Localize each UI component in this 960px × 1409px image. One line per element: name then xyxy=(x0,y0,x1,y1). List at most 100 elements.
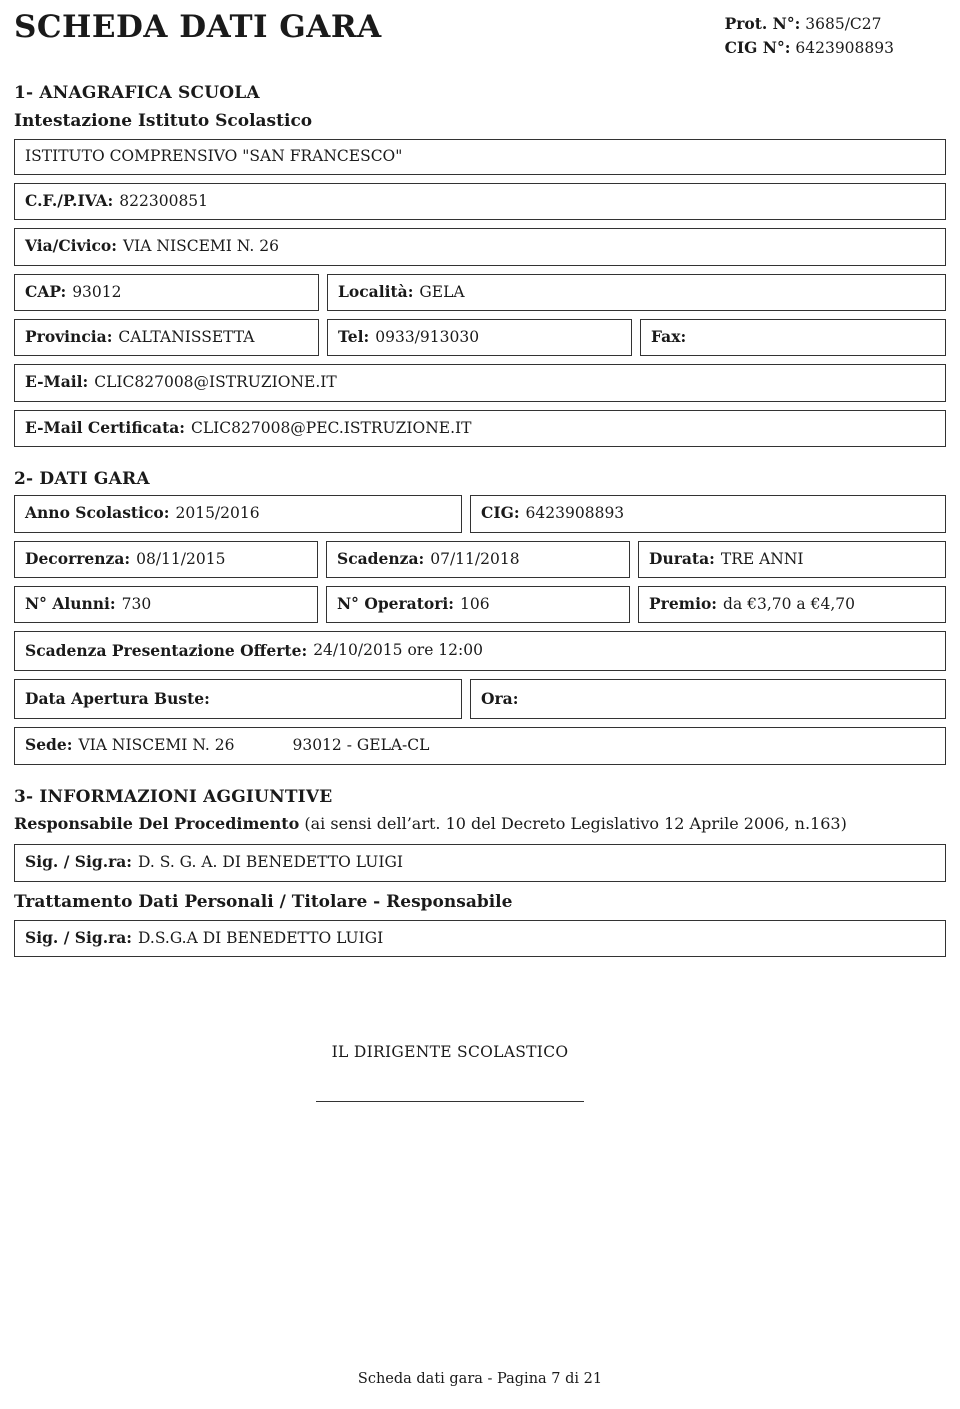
anno-scolastico-field: Anno Scolastico: 2015/2016 xyxy=(14,495,462,533)
sede-cap-value: 93012 - GELA-CL xyxy=(292,736,430,755)
signature-block: IL DIRIGENTE SCOLASTICO xyxy=(8,1043,952,1102)
provincia-value: CALTANISSETTA xyxy=(118,328,255,346)
tel-value: 0933/913030 xyxy=(375,328,480,346)
scadenza-label: Scadenza: xyxy=(337,548,425,568)
responsabile-procedimento-line: Responsabile Del Procedimento (ai sensi … xyxy=(14,813,946,835)
email-row: E-Mail: CLIC827008@ISTRUZIONE.IT xyxy=(14,364,946,402)
sig-field: Sig. / Sig.ra: D. S. G. A. DI BENEDETTO … xyxy=(14,844,946,882)
email-value: CLIC827008@ISTRUZIONE.IT xyxy=(94,373,337,392)
cig-value: 6423908893 xyxy=(525,504,625,523)
sig-label: Sig. / Sig.ra: xyxy=(25,852,133,872)
localita-label: Località: xyxy=(338,281,414,301)
responsabile-procedimento-label: Responsabile Del Procedimento xyxy=(14,813,300,833)
sig2-label: Sig. / Sig.ra: xyxy=(25,927,133,947)
cf-field: C.F./P.IVA: 822300851 xyxy=(14,182,946,221)
anno-scolastico-value: 2015/2016 xyxy=(175,504,260,523)
fax-label: Fax: xyxy=(651,327,687,346)
scadenza-field: Scadenza: 07/11/2018 xyxy=(326,540,630,578)
durata-value: TRE ANNI xyxy=(720,549,804,568)
premio-value: da €3,70 a €4,70 xyxy=(723,594,855,613)
decorrenza-value: 08/11/2015 xyxy=(136,549,226,568)
sig2-row: Sig. / Sig.ra: D.S.G.A DI BENEDETTO LUIG… xyxy=(14,919,946,957)
cap-label: CAP: xyxy=(25,281,67,301)
tel-field: Tel: 0933/913030 xyxy=(327,319,632,357)
pec-value: CLIC827008@PEC.ISTRUZIONE.IT xyxy=(191,418,472,437)
section-2-title: 2- DATI GARA xyxy=(14,469,150,490)
protocol-label: Prot. N°: xyxy=(724,14,801,33)
premio-label: Premio: xyxy=(649,593,718,613)
ora-label: Ora: xyxy=(481,689,519,709)
decorrenza-scadenza-durata-row: Decorrenza: 08/11/2015 Scadenza: 07/11/2… xyxy=(14,540,946,578)
cap-value: 93012 xyxy=(72,282,122,301)
fax-field: Fax: xyxy=(640,319,946,357)
cig-header-line: CIG N°: 6423908893 xyxy=(725,36,894,60)
data-apertura-buste-label: Data Apertura Buste: xyxy=(25,689,210,709)
section-1-title: 1- ANAGRAFICA SCUOLA xyxy=(14,82,260,103)
sig2-field: Sig. / Sig.ra: D.S.G.A DI BENEDETTO LUIG… xyxy=(14,919,946,957)
durata-field: Durata: TRE ANNI xyxy=(638,540,946,578)
cf-row: C.F./P.IVA: 822300851 xyxy=(14,182,946,221)
cig-header-value: 6423908893 xyxy=(795,39,894,58)
scadenza-offerte-value: 24/10/2015 ore 12:00 xyxy=(313,641,483,660)
operatori-label: N° Operatori: xyxy=(337,593,454,613)
section-3-title: 3- INFORMAZIONI AGGIUNTIVE xyxy=(14,786,333,807)
sede-value: VIA NISCEMI N. 26 xyxy=(78,736,235,755)
scadenza-offerte-row: Scadenza Presentazione Offerte: 24/10/20… xyxy=(14,631,946,672)
alunni-operatori-premio-row: N° Alunni: 730 N° Operatori: 106 Premio:… xyxy=(14,585,946,624)
signature-label: IL DIRIGENTE SCOLASTICO xyxy=(331,1042,569,1061)
document-header: SCHEDA DATI GARA Prot. N°: 3685/C27 CIG … xyxy=(8,0,952,61)
cf-label: C.F./P.IVA: xyxy=(25,190,114,210)
sede-row: Sede: VIA NISCEMI N. 26 93012 - GELA-CL xyxy=(14,727,946,765)
sig2-value: D.S.G.A DI BENEDETTO LUIGI xyxy=(138,928,384,947)
responsabile-procedimento-note: (ai sensi dell’art. 10 del Decreto Legis… xyxy=(304,813,847,833)
email-label: E-Mail: xyxy=(25,372,89,392)
provincia-field: Provincia: CALTANISSETTA xyxy=(14,319,319,357)
localita-field: Località: GELA xyxy=(327,273,946,311)
via-row: Via/Civico: VIA NISCEMI N. 26 xyxy=(14,228,946,266)
scadenza-offerte-label: Scadenza Presentazione Offerte: xyxy=(25,641,308,661)
provincia-label: Provincia: xyxy=(25,327,113,346)
via-label: Via/Civico: xyxy=(25,236,117,256)
protocol-value: 3685/C27 xyxy=(805,15,882,33)
localita-value: GELA xyxy=(419,282,465,301)
cf-value: 822300851 xyxy=(119,191,209,210)
anno-cig-row: Anno Scolastico: 2015/2016 CIG: 64239088… xyxy=(14,495,946,533)
page-footer: Scheda dati gara - Pagina 7 di 21 xyxy=(357,1371,603,1387)
apertura-ora-row: Data Apertura Buste: Ora: xyxy=(14,679,946,720)
sig-value: D. S. G. A. DI BENEDETTO LUIGI xyxy=(138,853,403,872)
protocol-block: Prot. N°: 3685/C27 CIG N°: 6423908893 xyxy=(725,6,946,61)
decorrenza-field: Decorrenza: 08/11/2015 xyxy=(14,540,318,578)
pec-row: E-Mail Certificata: CLIC827008@PEC.ISTRU… xyxy=(14,409,946,448)
alunni-label: N° Alunni: xyxy=(25,593,116,613)
operatori-value: 106 xyxy=(460,594,490,613)
scadenza-offerte-field: Scadenza Presentazione Offerte: 24/10/20… xyxy=(14,631,946,672)
durata-label: Durata: xyxy=(649,548,715,568)
anno-scolastico-label: Anno Scolastico: xyxy=(25,503,170,523)
email-field: E-Mail: CLIC827008@ISTRUZIONE.IT xyxy=(14,364,946,402)
istituto-field: ISTITUTO COMPRENSIVO "SAN FRANCESCO" xyxy=(14,138,946,175)
pec-label: E-Mail Certificata: xyxy=(25,417,185,437)
premio-field: Premio: da €3,70 a €4,70 xyxy=(638,585,946,624)
ora-field: Ora: xyxy=(470,679,946,720)
pec-field: E-Mail Certificata: CLIC827008@PEC.ISTRU… xyxy=(14,409,946,448)
page-title: SCHEDA DATI GARA xyxy=(14,9,382,45)
alunni-field: N° Alunni: 730 xyxy=(14,585,318,624)
cig-field: CIG: 6423908893 xyxy=(470,495,946,533)
cig-label: CIG: xyxy=(481,503,520,523)
via-field: Via/Civico: VIA NISCEMI N. 26 xyxy=(14,228,946,266)
trattamento-dati-title: Trattamento Dati Personali / Titolare - … xyxy=(14,891,513,912)
cig-header-label: CIG N°: xyxy=(724,38,791,58)
data-apertura-buste-field: Data Apertura Buste: xyxy=(14,679,462,720)
istituto-row: ISTITUTO COMPRENSIVO "SAN FRANCESCO" xyxy=(14,138,946,175)
decorrenza-label: Decorrenza: xyxy=(25,548,131,568)
tel-label: Tel: xyxy=(338,327,370,346)
protocol-line: Prot. N°: 3685/C27 xyxy=(725,12,894,36)
provincia-tel-fax-row: Provincia: CALTANISSETTA Tel: 0933/91303… xyxy=(14,319,946,357)
scadenza-value: 07/11/2018 xyxy=(430,549,520,568)
operatori-field: N° Operatori: 106 xyxy=(326,585,630,624)
alunni-value: 730 xyxy=(121,594,152,613)
cap-field: CAP: 93012 xyxy=(14,273,319,311)
cap-localita-row: CAP: 93012 Località: GELA xyxy=(14,273,946,311)
via-value: VIA NISCEMI N. 26 xyxy=(122,237,279,256)
section-1-subtitle: Intestazione Istituto Scolastico xyxy=(14,110,313,131)
